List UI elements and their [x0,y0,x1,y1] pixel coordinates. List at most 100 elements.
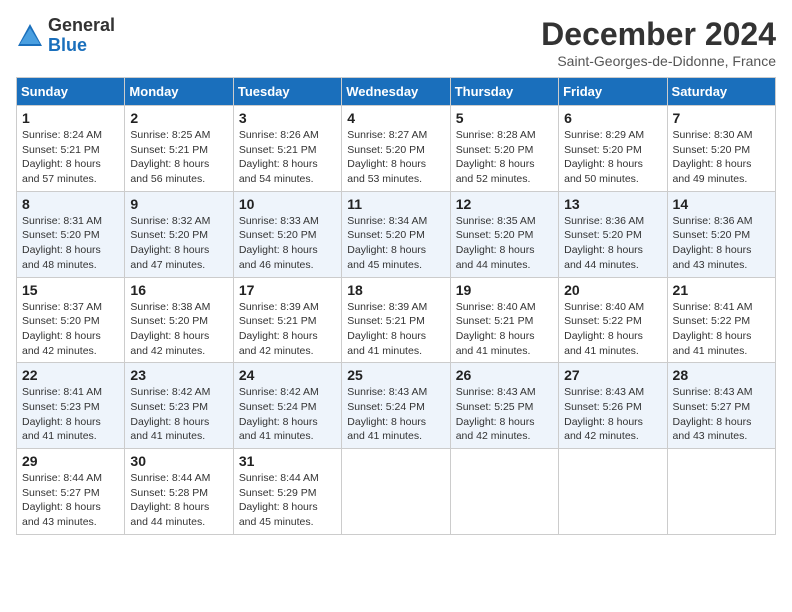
calendar-cell: 26 Sunrise: 8:43 AMSunset: 5:25 PMDayligh… [450,363,558,449]
calendar-cell: 17 Sunrise: 8:39 AMSunset: 5:21 PMDayligh… [233,277,341,363]
day-number: 1 [22,110,119,126]
day-detail: Sunrise: 8:33 AMSunset: 5:20 PMDaylight:… [239,214,336,273]
day-detail: Sunrise: 8:40 AMSunset: 5:21 PMDaylight:… [456,300,553,359]
cell-inner: 1Sunrise: 8:24 AMSunset: 5:21 PMDaylight… [22,110,119,187]
day-number: 22 [22,367,119,383]
calendar-cell: 27Sunrise: 8:43 AMSunset: 5:26 PMDayligh… [559,363,667,449]
cell-inner: 10 Sunrise: 8:33 AMSunset: 5:20 PMDayligh… [239,196,336,273]
day-number: 19 [456,282,553,298]
cell-inner: 2Sunrise: 8:25 AMSunset: 5:21 PMDaylight… [130,110,227,187]
day-detail: Sunrise: 8:31 AMSunset: 5:20 PMDaylight:… [22,214,119,273]
calendar-week-row: 29 Sunrise: 8:44 AMSunset: 5:27 PMDayligh… [17,449,776,535]
cell-inner: 24Sunrise: 8:42 AMSunset: 5:24 PMDayligh… [239,367,336,444]
day-number: 30 [130,453,227,469]
day-detail: Sunrise: 8:32 AMSunset: 5:20 PMDaylight:… [130,214,227,273]
day-number: 29 [22,453,119,469]
cell-inner: 12 Sunrise: 8:35 AMSunset: 5:20 PMDayligh… [456,196,553,273]
cell-inner: 19 Sunrise: 8:40 AMSunset: 5:21 PMDayligh… [456,282,553,359]
day-detail: Sunrise: 8:29 AMSunset: 5:20 PMDaylight:… [564,128,661,187]
cell-inner: 7 Sunrise: 8:30 AMSunset: 5:20 PMDaylight… [673,110,770,187]
cell-inner: 11Sunrise: 8:34 AMSunset: 5:20 PMDayligh… [347,196,444,273]
calendar-cell: 13Sunrise: 8:36 AMSunset: 5:20 PMDayligh… [559,191,667,277]
day-number: 9 [130,196,227,212]
calendar-cell: 2Sunrise: 8:25 AMSunset: 5:21 PMDaylight… [125,106,233,192]
calendar-week-row: 8Sunrise: 8:31 AMSunset: 5:20 PMDaylight… [17,191,776,277]
title-block: December 2024 Saint-Georges-de-Didonne, … [541,16,776,69]
calendar-cell [559,449,667,535]
cell-inner: 21Sunrise: 8:41 AMSunset: 5:22 PMDayligh… [673,282,770,359]
day-number: 10 [239,196,336,212]
calendar-table: SundayMondayTuesdayWednesdayThursdayFrid… [16,77,776,535]
day-detail: Sunrise: 8:44 AMSunset: 5:29 PMDaylight:… [239,471,336,530]
day-number: 28 [673,367,770,383]
calendar-week-row: 1Sunrise: 8:24 AMSunset: 5:21 PMDaylight… [17,106,776,192]
day-number: 18 [347,282,444,298]
day-number: 4 [347,110,444,126]
calendar-cell: 4 Sunrise: 8:27 AMSunset: 5:20 PMDaylight… [342,106,450,192]
calendar-cell: 6Sunrise: 8:29 AMSunset: 5:20 PMDaylight… [559,106,667,192]
cell-inner: 15Sunrise: 8:37 AMSunset: 5:20 PMDayligh… [22,282,119,359]
calendar-cell: 7 Sunrise: 8:30 AMSunset: 5:20 PMDaylight… [667,106,775,192]
calendar-cell: 9 Sunrise: 8:32 AMSunset: 5:20 PMDaylight… [125,191,233,277]
month-title: December 2024 [541,16,776,53]
day-number: 12 [456,196,553,212]
cell-inner: 27Sunrise: 8:43 AMSunset: 5:26 PMDayligh… [564,367,661,444]
calendar-cell: 30 Sunrise: 8:44 AMSunset: 5:28 PMDayligh… [125,449,233,535]
logo: General Blue [16,16,115,56]
day-number: 31 [239,453,336,469]
logo-general-text: General [48,15,115,35]
calendar-cell: 8Sunrise: 8:31 AMSunset: 5:20 PMDaylight… [17,191,125,277]
calendar-cell: 5Sunrise: 8:28 AMSunset: 5:20 PMDaylight… [450,106,558,192]
day-detail: Sunrise: 8:30 AMSunset: 5:20 PMDaylight:… [673,128,770,187]
cell-inner: 20 Sunrise: 8:40 AMSunset: 5:22 PMDayligh… [564,282,661,359]
calendar-cell: 23Sunrise: 8:42 AMSunset: 5:23 PMDayligh… [125,363,233,449]
weekday-header: Wednesday [342,78,450,106]
calendar-cell: 11Sunrise: 8:34 AMSunset: 5:20 PMDayligh… [342,191,450,277]
calendar-cell: 31 Sunrise: 8:44 AMSunset: 5:29 PMDayligh… [233,449,341,535]
weekday-header: Saturday [667,78,775,106]
calendar-cell: 25Sunrise: 8:43 AMSunset: 5:24 PMDayligh… [342,363,450,449]
day-number: 24 [239,367,336,383]
cell-inner: 28Sunrise: 8:43 AMSunset: 5:27 PMDayligh… [673,367,770,444]
day-detail: Sunrise: 8:27 AMSunset: 5:20 PMDaylight:… [347,128,444,187]
day-detail: Sunrise: 8:26 AMSunset: 5:21 PMDaylight:… [239,128,336,187]
calendar-cell: 21Sunrise: 8:41 AMSunset: 5:22 PMDayligh… [667,277,775,363]
calendar-cell: 28Sunrise: 8:43 AMSunset: 5:27 PMDayligh… [667,363,775,449]
calendar-week-row: 22Sunrise: 8:41 AMSunset: 5:23 PMDayligh… [17,363,776,449]
calendar-cell [667,449,775,535]
day-number: 26 [456,367,553,383]
weekday-header: Thursday [450,78,558,106]
day-detail: Sunrise: 8:43 AMSunset: 5:25 PMDaylight:… [456,385,553,444]
day-number: 11 [347,196,444,212]
day-detail: Sunrise: 8:40 AMSunset: 5:22 PMDaylight:… [564,300,661,359]
calendar-cell: 10 Sunrise: 8:33 AMSunset: 5:20 PMDayligh… [233,191,341,277]
day-detail: Sunrise: 8:35 AMSunset: 5:20 PMDaylight:… [456,214,553,273]
weekday-header: Friday [559,78,667,106]
page-header: General Blue December 2024 Saint-Georges… [16,16,776,69]
day-number: 5 [456,110,553,126]
day-detail: Sunrise: 8:44 AMSunset: 5:28 PMDaylight:… [130,471,227,530]
cell-inner: 17 Sunrise: 8:39 AMSunset: 5:21 PMDayligh… [239,282,336,359]
calendar-cell: 15Sunrise: 8:37 AMSunset: 5:20 PMDayligh… [17,277,125,363]
day-detail: Sunrise: 8:43 AMSunset: 5:24 PMDaylight:… [347,385,444,444]
day-number: 17 [239,282,336,298]
day-detail: Sunrise: 8:36 AMSunset: 5:20 PMDaylight:… [673,214,770,273]
cell-inner: 9 Sunrise: 8:32 AMSunset: 5:20 PMDaylight… [130,196,227,273]
day-number: 21 [673,282,770,298]
cell-inner: 8Sunrise: 8:31 AMSunset: 5:20 PMDaylight… [22,196,119,273]
day-number: 20 [564,282,661,298]
location-title: Saint-Georges-de-Didonne, France [541,53,776,69]
weekday-header-row: SundayMondayTuesdayWednesdayThursdayFrid… [17,78,776,106]
day-number: 16 [130,282,227,298]
cell-inner: 26 Sunrise: 8:43 AMSunset: 5:25 PMDayligh… [456,367,553,444]
calendar-cell: 20 Sunrise: 8:40 AMSunset: 5:22 PMDayligh… [559,277,667,363]
calendar-cell: 12 Sunrise: 8:35 AMSunset: 5:20 PMDayligh… [450,191,558,277]
day-detail: Sunrise: 8:44 AMSunset: 5:27 PMDaylight:… [22,471,119,530]
weekday-header: Sunday [17,78,125,106]
day-detail: Sunrise: 8:39 AMSunset: 5:21 PMDaylight:… [239,300,336,359]
calendar-cell: 16Sunrise: 8:38 AMSunset: 5:20 PMDayligh… [125,277,233,363]
calendar-cell: 22Sunrise: 8:41 AMSunset: 5:23 PMDayligh… [17,363,125,449]
calendar-cell: 3Sunrise: 8:26 AMSunset: 5:21 PMDaylight… [233,106,341,192]
day-number: 7 [673,110,770,126]
day-number: 14 [673,196,770,212]
